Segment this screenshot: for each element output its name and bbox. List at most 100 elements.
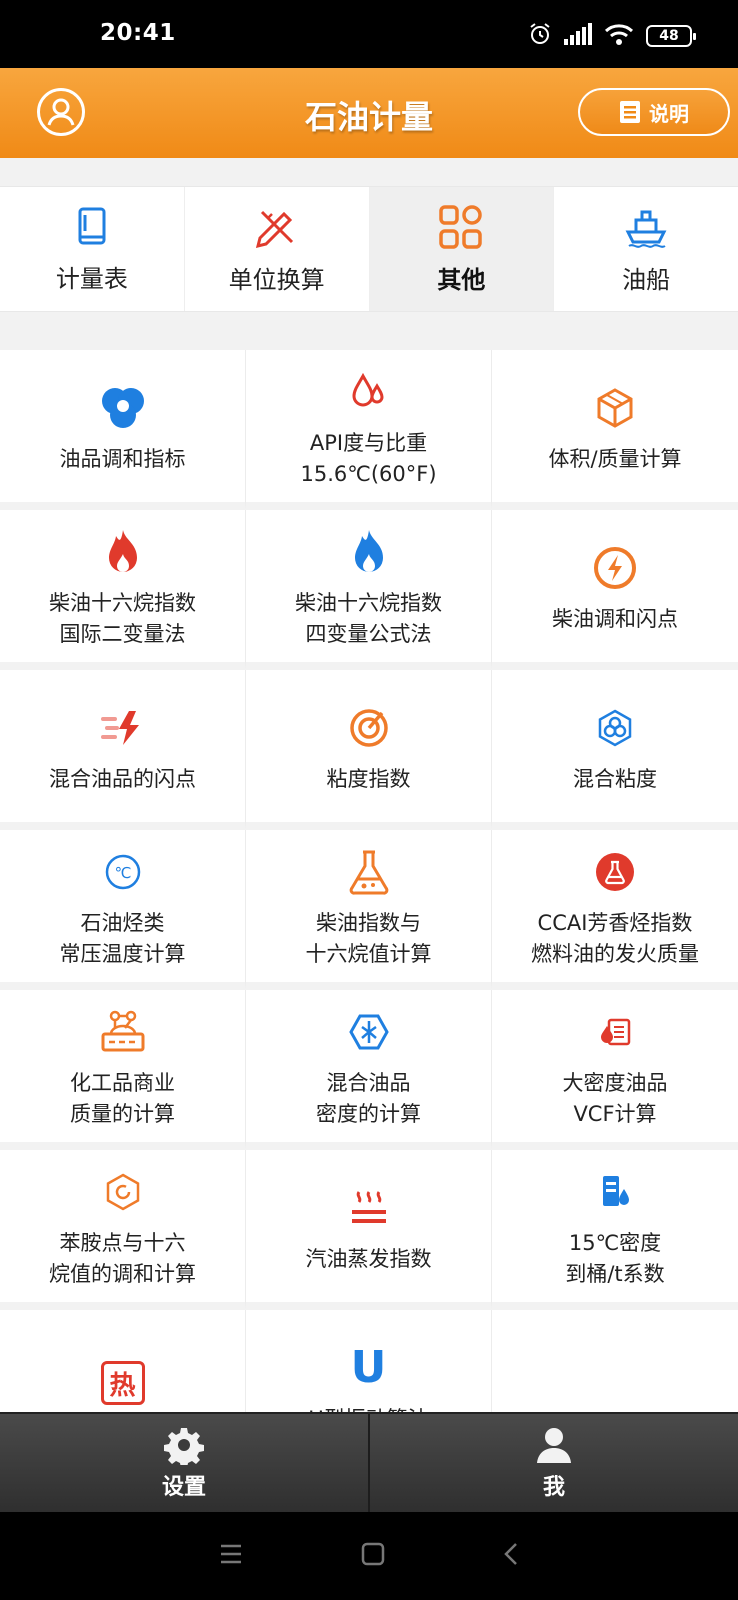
tab-tanker[interactable]: 油船 bbox=[554, 187, 738, 311]
system-nav-bar bbox=[0, 1512, 738, 1600]
grid-item-heat[interactable]: 热 bbox=[0, 1310, 246, 1412]
nav-label: 我 bbox=[542, 1475, 565, 1500]
lightning-circle-icon bbox=[589, 542, 641, 594]
wifi-icon bbox=[604, 23, 634, 49]
hex-wave-icon bbox=[343, 1006, 395, 1058]
heat-char-icon: 热 bbox=[97, 1357, 149, 1409]
grid-item-cetane-four-var[interactable]: 柴油十六烷指数 四变量公式法 bbox=[246, 510, 492, 670]
grid-item-label: API度与比重 15.6℃(60°F) bbox=[300, 431, 437, 486]
nav-settings[interactable]: 设置 bbox=[0, 1414, 370, 1512]
user-icon bbox=[537, 1428, 571, 1463]
grid-item-label: 混合油品的闪点 bbox=[49, 766, 196, 791]
gear-icon bbox=[164, 1428, 204, 1465]
ruler-pencil-icon bbox=[255, 210, 293, 248]
grid-item-label: 油品调和指标 bbox=[59, 446, 186, 471]
category-tabs: 计量表 单位换算 其他 油船 bbox=[0, 186, 738, 312]
celsius-circle-icon: ℃ bbox=[97, 846, 149, 898]
grid-apps-icon bbox=[439, 204, 483, 249]
flame-red-icon bbox=[97, 526, 149, 578]
app-header: 石油计量 说明 bbox=[0, 68, 738, 158]
grid-item-label: 混合油品 密度的计算 bbox=[316, 1071, 421, 1126]
tab-label: 其他 bbox=[437, 265, 486, 294]
menu-icon[interactable] bbox=[219, 1543, 243, 1569]
alarm-icon bbox=[528, 22, 552, 50]
grid-item-label: 粘度指数 bbox=[326, 766, 411, 791]
grid-item-u-tube[interactable]: U U型振动管法 bbox=[246, 1310, 492, 1412]
help-label: 说明 bbox=[649, 101, 689, 126]
grid-item-label: 柴油十六烷指数 国际二变量法 bbox=[49, 591, 196, 646]
grid-item-chemical-quality[interactable]: 化工品商业 质量的计算 bbox=[0, 990, 246, 1150]
flask-icon bbox=[343, 846, 395, 898]
help-button[interactable]: 说明 bbox=[578, 88, 730, 136]
double-drop-icon bbox=[343, 366, 395, 418]
grid-item-density-barrel[interactable]: 15℃密度 到桶/t系数 bbox=[492, 1150, 738, 1310]
grid-item-label: CCAI芳香烃指数 燃料油的发火质量 bbox=[531, 911, 699, 966]
heat-waves-icon bbox=[343, 1182, 395, 1234]
red-flask-badge-icon bbox=[589, 846, 641, 898]
tab-label: 单位换算 bbox=[228, 265, 325, 294]
flame-blue-icon bbox=[343, 526, 395, 578]
heat-glyph: 热 bbox=[100, 1361, 145, 1405]
book-icon bbox=[78, 207, 106, 244]
grid-item-hydrocarbon-temp[interactable]: ℃ 石油烃类 常压温度计算 bbox=[0, 830, 246, 990]
grid-item-gasoline-evap[interactable]: 汽油蒸发指数 bbox=[246, 1150, 492, 1310]
grid-item-cetane-two-var[interactable]: 柴油十六烷指数 国际二变量法 bbox=[0, 510, 246, 670]
blend-circles-icon bbox=[97, 382, 149, 434]
document-icon bbox=[620, 101, 640, 123]
grid-item-label: 石油烃类 常压温度计算 bbox=[59, 911, 186, 966]
status-time: 20:41 bbox=[100, 20, 176, 46]
back-icon[interactable] bbox=[503, 1542, 519, 1570]
grid-item-mixed-viscosity[interactable]: 混合粘度 bbox=[492, 670, 738, 830]
grid-item-ccai[interactable]: CCAI芳香烃指数 燃料油的发火质量 bbox=[492, 830, 738, 990]
cube-icon bbox=[589, 382, 641, 434]
bottom-nav: 设置 我 bbox=[0, 1412, 738, 1512]
grid-item-diesel-flash[interactable]: 柴油调和闪点 bbox=[492, 510, 738, 670]
signal-icon bbox=[564, 23, 592, 49]
u-letter-icon: U bbox=[343, 1342, 395, 1394]
chemical-box-icon bbox=[97, 1006, 149, 1058]
home-icon[interactable] bbox=[361, 1542, 385, 1570]
grid-item-label: 柴油调和闪点 bbox=[552, 606, 678, 631]
grid-item-label: 15℃密度 到桶/t系数 bbox=[565, 1231, 665, 1286]
status-bar: 20:41 48 bbox=[0, 0, 738, 68]
grid-item-label: 苯胺点与十六 烷值的调和计算 bbox=[49, 1231, 196, 1286]
grid-item-api-gravity[interactable]: API度与比重 15.6℃(60°F) bbox=[246, 350, 492, 510]
grid-item-label: U型振动管法 bbox=[308, 1404, 428, 1413]
function-grid: 油品调和指标 API度与比重 15.6℃(60°F) 体积/质量计算 柴油十六烷… bbox=[0, 350, 738, 1412]
grid-item-volume-mass[interactable]: 体积/质量计算 bbox=[492, 350, 738, 510]
tab-label: 计量表 bbox=[55, 264, 128, 293]
grid-item-label: 汽油蒸发指数 bbox=[305, 1246, 432, 1271]
grid-item-mixed-flash[interactable]: 混合油品的闪点 bbox=[0, 670, 246, 830]
ship-icon bbox=[625, 210, 667, 248]
barrel-drop-icon bbox=[589, 1166, 641, 1218]
grid-item-viscosity-index[interactable]: 粘度指数 bbox=[246, 670, 492, 830]
flash-speed-icon bbox=[97, 702, 149, 754]
grid-item-label: 混合粘度 bbox=[573, 766, 657, 791]
nav-me[interactable]: 我 bbox=[370, 1414, 738, 1512]
svg-text:℃: ℃ bbox=[114, 864, 131, 882]
drop-document-icon bbox=[589, 1006, 641, 1058]
grid-item-label: 柴油指数与 十六烷值计算 bbox=[305, 911, 432, 966]
tab-other[interactable]: 其他 bbox=[369, 187, 555, 311]
grid-item-label: 柴油十六烷指数 四变量公式法 bbox=[295, 591, 442, 646]
tab-measure-table[interactable]: 计量表 bbox=[0, 187, 185, 311]
tab-label: 油船 bbox=[622, 265, 671, 294]
hex-ring-icon bbox=[97, 1166, 149, 1218]
grid-item-high-density-vcf[interactable]: 大密度油品 VCF计算 bbox=[492, 990, 738, 1150]
grid-item-blend-index[interactable]: 油品调和指标 bbox=[0, 350, 246, 510]
hex-flower-icon bbox=[589, 702, 641, 754]
grid-item-label: 化工品商业 质量的计算 bbox=[70, 1071, 175, 1126]
tab-unit-convert[interactable]: 单位换算 bbox=[185, 187, 370, 311]
grid-item-label: 体积/质量计算 bbox=[548, 446, 682, 471]
u-glyph: U bbox=[350, 1341, 387, 1393]
nav-label: 设置 bbox=[161, 1475, 206, 1500]
status-icons: 48 bbox=[528, 22, 696, 50]
screen: 20:41 48 石油计量 说明 计量表 单位换算 其他 油船 油品调和指标 A… bbox=[0, 0, 738, 1600]
battery-indicator: 48 bbox=[646, 25, 696, 47]
grid-item-empty bbox=[492, 1310, 738, 1412]
grid-item-label: 大密度油品 VCF计算 bbox=[562, 1071, 668, 1126]
target-arrow-icon bbox=[343, 702, 395, 754]
grid-item-diesel-index[interactable]: 柴油指数与 十六烷值计算 bbox=[246, 830, 492, 990]
grid-item-mixed-density[interactable]: 混合油品 密度的计算 bbox=[246, 990, 492, 1150]
grid-item-aniline-cetane[interactable]: 苯胺点与十六 烷值的调和计算 bbox=[0, 1150, 246, 1310]
